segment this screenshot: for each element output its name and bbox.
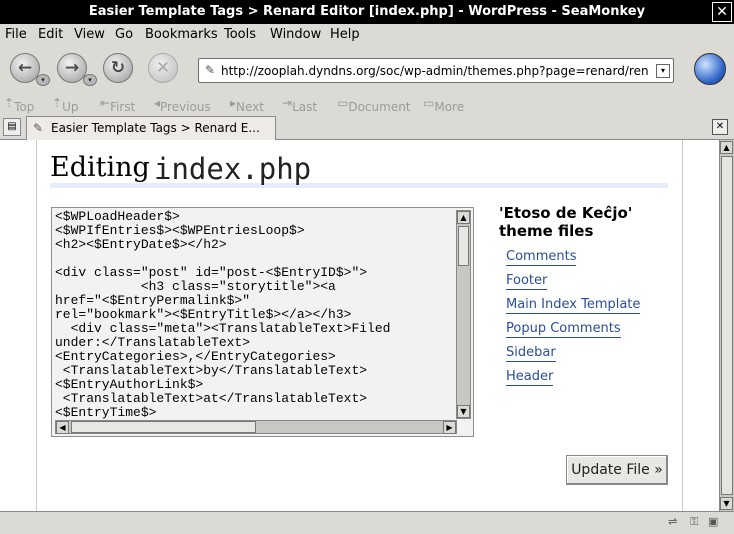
theme-file-main-index[interactable]: Main Index Template xyxy=(506,293,669,317)
menu-file[interactable]: File xyxy=(5,27,27,42)
back-arrow-icon: ← xyxy=(17,58,33,78)
forward-history-dropdown[interactable]: ▾ xyxy=(83,74,97,86)
window-titlebar: Easier Template Tags > Renard Editor [in… xyxy=(0,0,734,24)
editor-horizontal-scrollbar[interactable]: ◀ ▶ xyxy=(55,420,457,434)
scroll-up-arrow-icon[interactable]: ▲ xyxy=(457,211,470,224)
theme-files-title: 'Etoso de Keĉjo' theme files xyxy=(499,204,633,240)
menu-tools[interactable]: Tools xyxy=(224,27,256,42)
theme-file-sidebar[interactable]: Sidebar xyxy=(506,341,669,365)
page-icon: ✎ xyxy=(33,121,44,135)
menu-bar: File Edit View Go Bookmarks Tools Window… xyxy=(0,24,734,46)
theme-file-footer[interactable]: Footer xyxy=(506,269,669,293)
popup-blocker-icon[interactable]: ▣ xyxy=(708,515,718,528)
editor-vertical-scrollbar[interactable]: ▲ ▼ xyxy=(456,210,471,419)
scroll-left-arrow-icon[interactable]: ◀ xyxy=(56,421,69,434)
new-tab-icon: ▤ xyxy=(7,121,17,132)
seamonkey-logo-icon[interactable] xyxy=(694,53,726,85)
link-previous[interactable]: ◂ Previous xyxy=(154,96,211,114)
link-top[interactable]: ⇡ Top xyxy=(4,96,34,114)
page-title-filename: index.php xyxy=(154,152,312,186)
navigation-toolbar: ← ▾ → ▾ ↻ ✕ ✎ ▾ xyxy=(0,46,734,92)
update-file-button[interactable]: Update File » xyxy=(566,455,668,485)
stop-icon: ✕ xyxy=(155,58,171,78)
new-tab-button[interactable]: ▤ xyxy=(3,118,21,136)
page-title-editing: Editing xyxy=(50,152,150,183)
link-last[interactable]: ⇥ Last xyxy=(282,96,317,114)
menu-edit[interactable]: Edit xyxy=(38,27,63,42)
stop-button[interactable]: ✕ xyxy=(148,53,178,83)
tab-label: Easier Template Tags > Renard E... xyxy=(51,121,260,135)
theme-file-comments[interactable]: Comments xyxy=(506,245,669,269)
page-title: Editing index.php xyxy=(50,150,668,188)
window-title: Easier Template Tags > Renard Editor [in… xyxy=(88,4,646,19)
page-scroll-thumb[interactable] xyxy=(721,156,733,495)
url-bar[interactable]: ✎ ▾ xyxy=(198,58,674,83)
link-first[interactable]: ⇤ First xyxy=(100,96,135,114)
url-history-dropdown[interactable]: ▾ xyxy=(656,64,670,78)
template-code-textarea[interactable]: <$WPLoadHeader$> <$WPIfEntries$><$WPEntr… xyxy=(55,210,457,419)
link-more[interactable]: ▭ More xyxy=(423,96,464,114)
page-content: Editing index.php <$WPLoadHeader$> <$WPI… xyxy=(0,140,719,511)
menu-go[interactable]: Go xyxy=(115,27,133,42)
menu-help[interactable]: Help xyxy=(330,27,360,42)
content-border-left xyxy=(36,140,37,511)
window-close-button[interactable]: ✕ xyxy=(712,2,732,22)
menu-window[interactable]: Window xyxy=(270,27,321,42)
site-navigation-bar: ⇡ Top ⇡ Up ⇤ First ◂ Previous ▸ Next ⇥ L… xyxy=(0,92,734,114)
page-scroll-down-arrow-icon[interactable]: ▼ xyxy=(720,497,733,510)
theme-file-popup-comments[interactable]: Popup Comments xyxy=(506,317,669,341)
link-document[interactable]: ▭ Document xyxy=(337,96,411,114)
editor-horizontal-thumb[interactable] xyxy=(71,421,256,433)
link-next[interactable]: ▸ Next xyxy=(230,96,264,114)
menu-bookmarks[interactable]: Bookmarks xyxy=(145,27,218,42)
scroll-right-arrow-icon[interactable]: ▶ xyxy=(443,421,456,434)
connection-status-icon: ⇌ xyxy=(668,515,678,528)
template-editor[interactable]: <$WPLoadHeader$> <$WPIfEntries$><$WPEntr… xyxy=(51,207,474,437)
content-border-right xyxy=(682,140,683,511)
page-icon: ✎ xyxy=(205,63,216,77)
back-history-dropdown[interactable]: ▾ xyxy=(36,74,50,86)
reload-button[interactable]: ↻ xyxy=(103,53,133,83)
close-tab-button[interactable]: ✕ xyxy=(712,119,728,135)
tab-bar: ▤ ✎ Easier Template Tags > Renard E... ✕ xyxy=(0,114,734,140)
page-vertical-scrollbar[interactable]: ▲ ▼ xyxy=(719,140,734,511)
tab-current[interactable]: ✎ Easier Template Tags > Renard E... xyxy=(26,116,276,140)
lock-icon: ⚿ xyxy=(690,515,699,528)
editor-vertical-thumb[interactable] xyxy=(458,226,469,266)
url-input[interactable] xyxy=(221,61,651,81)
reload-icon: ↻ xyxy=(110,58,126,78)
scroll-down-arrow-icon[interactable]: ▼ xyxy=(457,405,470,418)
theme-files-sidebar: 'Etoso de Keĉjo' theme files Comments Fo… xyxy=(499,204,669,389)
theme-files-list: Comments Footer Main Index Template Popu… xyxy=(506,245,669,389)
page-scroll-up-arrow-icon[interactable]: ▲ xyxy=(720,141,733,154)
status-bar: ⇌ ⚿ ▣ xyxy=(0,511,734,534)
forward-arrow-icon: → xyxy=(64,58,80,78)
menu-view[interactable]: View xyxy=(74,27,105,42)
close-icon: ✕ xyxy=(715,121,725,132)
theme-file-header[interactable]: Header xyxy=(506,365,669,389)
link-up[interactable]: ⇡ Up xyxy=(52,96,78,114)
